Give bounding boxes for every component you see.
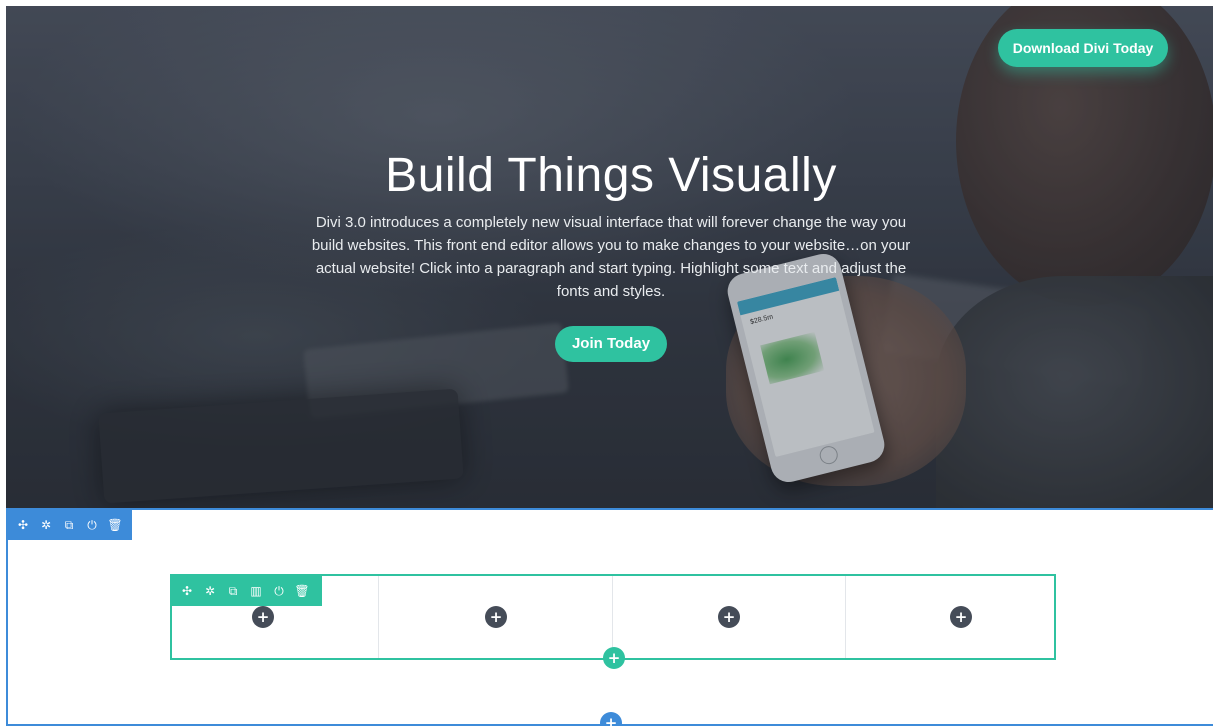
- add-module-button[interactable]: +: [485, 606, 507, 628]
- hero-title[interactable]: Build Things Visually: [236, 146, 986, 206]
- columns-icon[interactable]: ▥: [247, 582, 265, 600]
- column-4[interactable]: +: [846, 576, 1052, 658]
- page-frame: $28.5m Download Divi Today Build Things …: [6, 6, 1213, 726]
- duplicate-icon[interactable]: ⧉: [60, 516, 78, 534]
- column-2[interactable]: +: [379, 576, 613, 658]
- download-divi-button[interactable]: Download Divi Today: [998, 29, 1168, 67]
- duplicate-icon[interactable]: ⧉: [224, 582, 242, 600]
- hero-description[interactable]: Divi 3.0 introduces a completely new vis…: [306, 211, 916, 303]
- add-section-button[interactable]: +: [600, 712, 622, 726]
- hero-section: $28.5m Download Divi Today Build Things …: [6, 6, 1213, 508]
- settings-icon[interactable]: ✲: [201, 582, 219, 600]
- add-module-button[interactable]: +: [950, 606, 972, 628]
- builder-section: ✣ ✲ ⧉ ⏻ 🗑 + + + + ✣ ✲ ⧉ ▥ ⏻ 🗑 + +: [6, 508, 1213, 726]
- add-module-button[interactable]: +: [252, 606, 274, 628]
- move-icon[interactable]: ✣: [178, 582, 196, 600]
- row-toolbar: ✣ ✲ ⧉ ▥ ⏻ 🗑: [172, 576, 322, 606]
- section-toolbar: ✣ ✲ ⧉ ⏻ 🗑: [8, 510, 132, 540]
- move-icon[interactable]: ✣: [14, 516, 32, 534]
- add-row-button[interactable]: +: [603, 647, 625, 669]
- power-icon[interactable]: ⏻: [83, 516, 101, 534]
- trash-icon[interactable]: 🗑: [293, 582, 311, 600]
- join-today-button[interactable]: Join Today: [555, 326, 667, 362]
- trash-icon[interactable]: 🗑: [106, 516, 124, 534]
- column-3[interactable]: +: [613, 576, 846, 658]
- settings-icon[interactable]: ✲: [37, 516, 55, 534]
- add-module-button[interactable]: +: [718, 606, 740, 628]
- builder-row: + + + + ✣ ✲ ⧉ ▥ ⏻ 🗑 +: [170, 574, 1056, 669]
- power-icon[interactable]: ⏻: [270, 582, 288, 600]
